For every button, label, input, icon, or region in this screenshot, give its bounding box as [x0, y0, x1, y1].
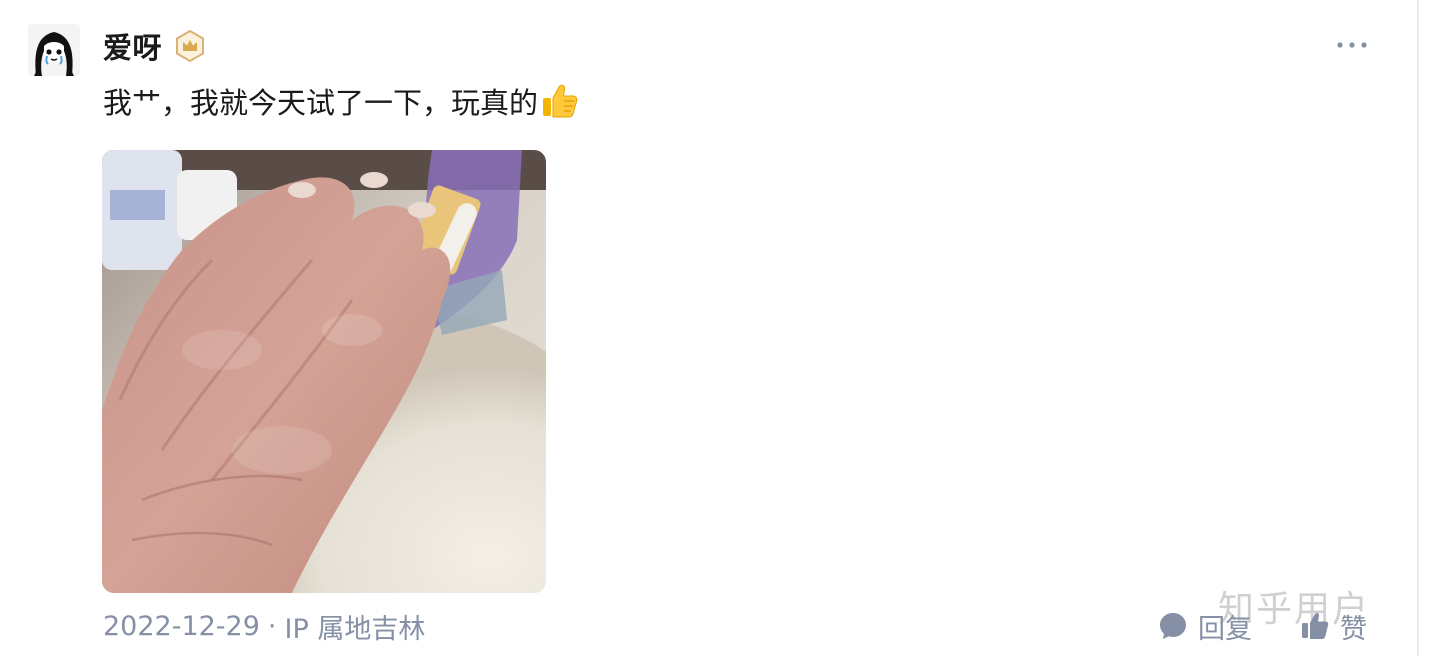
- comment-bubble-icon: [1160, 613, 1186, 639]
- comment-date: 2022-12-29: [103, 610, 260, 642]
- meta-separator: ·: [267, 610, 277, 642]
- panel-right-border: [1417, 0, 1419, 656]
- user-avatar[interactable]: [28, 24, 80, 76]
- ip-location: IP 属地吉林: [284, 613, 426, 645]
- comment-meta: 2022-12-29 · IP 属地吉林: [103, 606, 425, 646]
- comment-text: 我艹，我就今天试了一下，玩真的: [103, 86, 539, 120]
- author-name[interactable]: 爱呀: [103, 25, 162, 67]
- like-button[interactable]: 赞: [1300, 606, 1367, 646]
- more-dots-icon: [1337, 42, 1367, 48]
- reply-label: 回复: [1198, 613, 1252, 645]
- hand-photo-image: [102, 150, 546, 593]
- like-label: 赞: [1340, 613, 1367, 645]
- thumbs-up-icon: [540, 81, 580, 121]
- comment-content: 我艹，我就今天试了一下，玩真的: [103, 78, 580, 124]
- cartoon-girl-avatar-icon: [28, 24, 80, 76]
- thumbs-up-outline-icon: [1302, 612, 1329, 639]
- more-options-button[interactable]: [1330, 30, 1374, 60]
- comment-photo[interactable]: [102, 150, 546, 593]
- author-row: 爱呀: [103, 26, 206, 66]
- crown-badge-icon[interactable]: [174, 29, 206, 63]
- reply-button[interactable]: 回复: [1158, 606, 1252, 646]
